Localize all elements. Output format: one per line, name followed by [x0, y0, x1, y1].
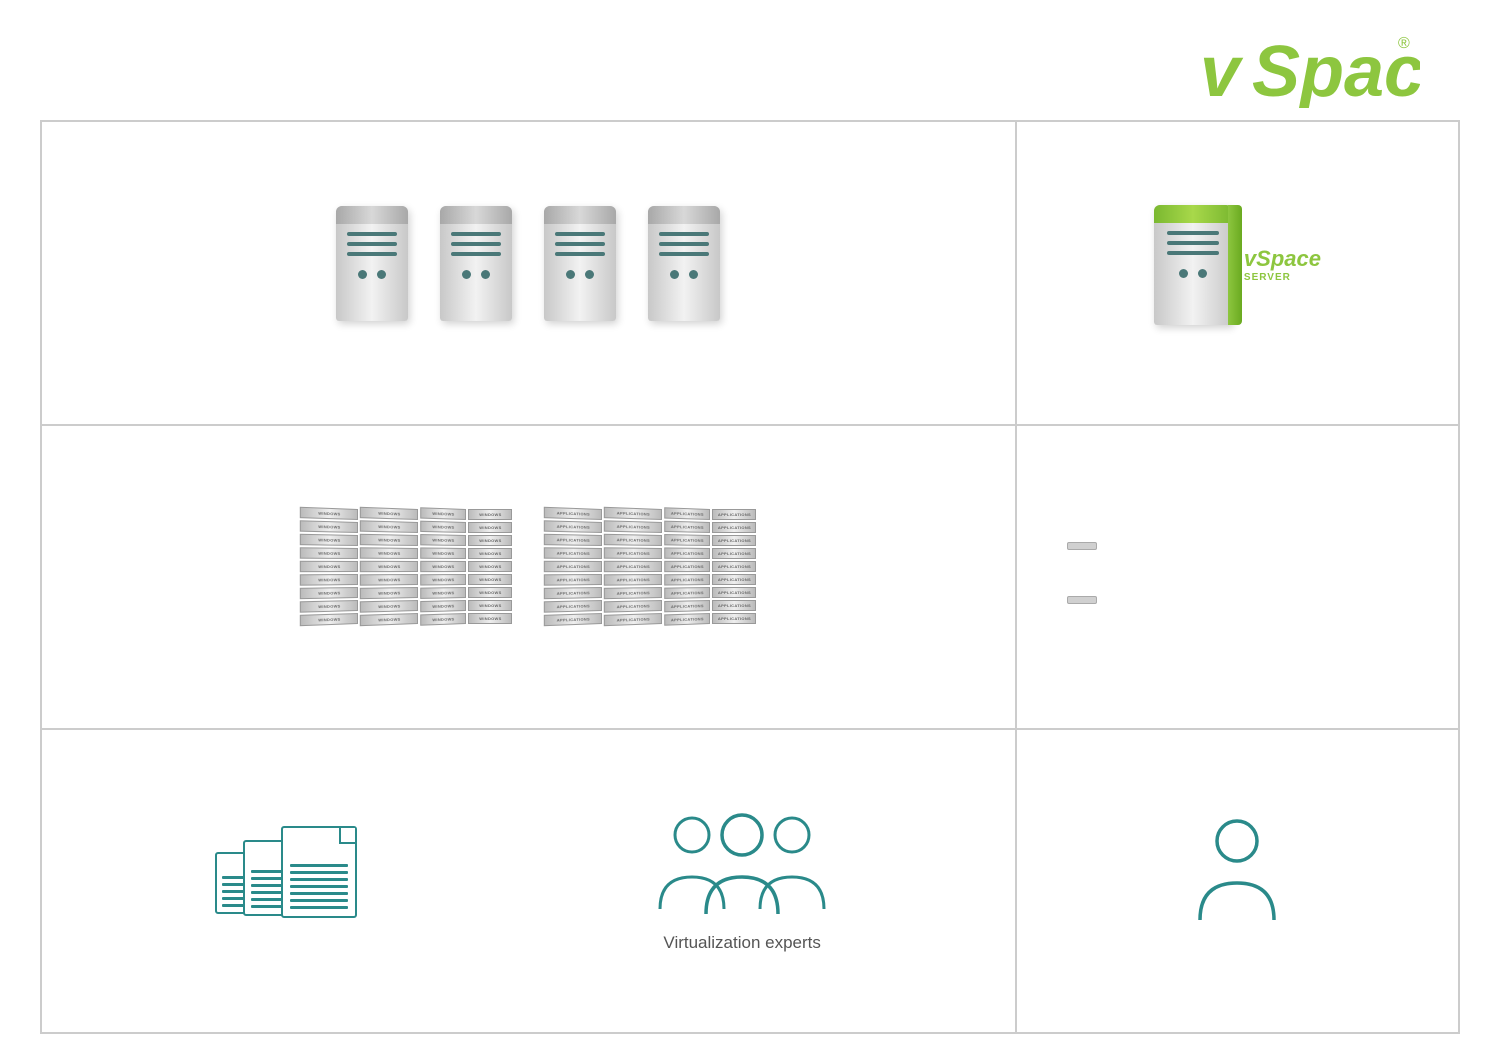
cell-mid-left: WINDOWS WINDOWS WINDOWS WINDOWS WINDOWS … [41, 425, 1016, 729]
server-tower-1 [336, 206, 408, 321]
storage-wrapper [215, 826, 357, 936]
main-grid: vSpace SERVER WINDOWS WINDOWS WINDOWS [40, 120, 1460, 1034]
stacks-visual: WINDOWS WINDOWS WINDOWS WINDOWS WINDOWS … [300, 509, 756, 625]
apps-badge [1067, 596, 1097, 604]
cell-top-left [41, 121, 1016, 425]
apps-item [1067, 591, 1097, 617]
virt-experts-section: Virtualization experts [642, 809, 842, 953]
cell-mid-right [1016, 425, 1459, 729]
vspace-logo: v Space ® [1200, 28, 1420, 108]
storage-icon [215, 826, 357, 918]
windows-badge [1067, 542, 1097, 550]
svg-text:®: ® [1398, 35, 1410, 52]
server-tower-2 [440, 206, 512, 321]
cell-bot-left: Virtualization experts [41, 729, 1016, 1033]
cell-top-right: vSpace SERVER [1016, 121, 1459, 425]
cell-bot-right [1016, 729, 1459, 1033]
svg-text:v: v [1200, 32, 1244, 108]
svg-text:Space: Space [1252, 32, 1420, 108]
virt-experts-label: Virtualization experts [663, 933, 821, 953]
windows-os-item [1067, 537, 1097, 563]
server-tower-4 [648, 206, 720, 321]
vspace-server-icon: vSpace SERVER [1154, 205, 1321, 325]
servers-row [336, 206, 720, 321]
server-tower-3 [544, 206, 616, 321]
single-person-icon [1192, 815, 1282, 930]
